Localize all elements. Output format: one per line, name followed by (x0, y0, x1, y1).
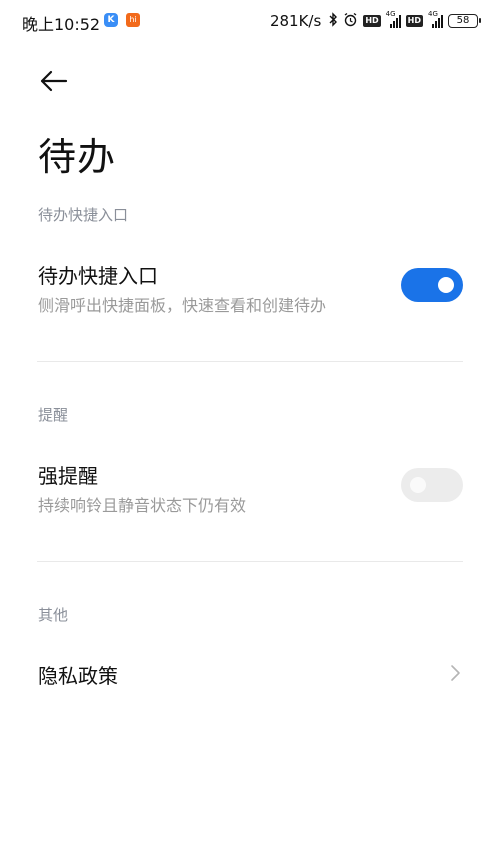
section-label-reminder: 提醒 (38, 406, 69, 424)
settings-row-strong-reminder[interactable]: 强提醒 持续响铃且静音状态下仍有效 (0, 452, 500, 522)
bluetooth-icon (328, 12, 338, 30)
chevron-right-icon (448, 663, 462, 683)
signal-icon-2: 4G (428, 10, 443, 28)
back-button[interactable] (38, 66, 70, 96)
settings-row-quick-entry[interactable]: 待办快捷入口 侧滑呼出快捷面板，快速查看和创建待办 (0, 252, 500, 322)
hd-icon: HD (363, 15, 381, 27)
strong-reminder-toggle[interactable] (401, 468, 463, 502)
status-indicators: 281K/s HD 4G HD 4G 58 (269, 10, 481, 31)
section-label-other: 其他 (38, 606, 69, 624)
toggle-knob (410, 477, 426, 493)
divider (37, 561, 463, 562)
status-time: 晚上10:52 (22, 15, 101, 34)
status-bar: 晚上10:52 K hi 281K/s HD 4G HD 4G 58 (0, 0, 500, 42)
row-title: 待办快捷入口 (38, 264, 158, 288)
row-title: 隐私政策 (38, 664, 118, 688)
hd-icon-2: HD (405, 15, 423, 27)
settings-row-privacy-policy[interactable]: 隐私政策 (0, 648, 500, 698)
app-notification-icon: K (104, 13, 118, 27)
divider (37, 361, 463, 362)
toggle-knob (438, 277, 454, 293)
row-title: 强提醒 (38, 464, 98, 488)
section-label-quick-entry: 待办快捷入口 (38, 206, 129, 224)
quick-entry-toggle[interactable] (401, 268, 463, 302)
row-subtitle: 侧滑呼出快捷面板，快速查看和创建待办 (38, 296, 327, 315)
app-notification-icon-2: hi (126, 13, 140, 27)
alarm-icon (343, 12, 358, 30)
page-title: 待办 (38, 135, 117, 179)
back-arrow-icon (40, 70, 68, 92)
row-subtitle: 持续响铃且静音状态下仍有效 (38, 496, 247, 515)
battery-icon: 58 (448, 14, 481, 28)
network-speed: 281K/s (269, 12, 322, 30)
signal-icon: 4G (386, 10, 401, 28)
